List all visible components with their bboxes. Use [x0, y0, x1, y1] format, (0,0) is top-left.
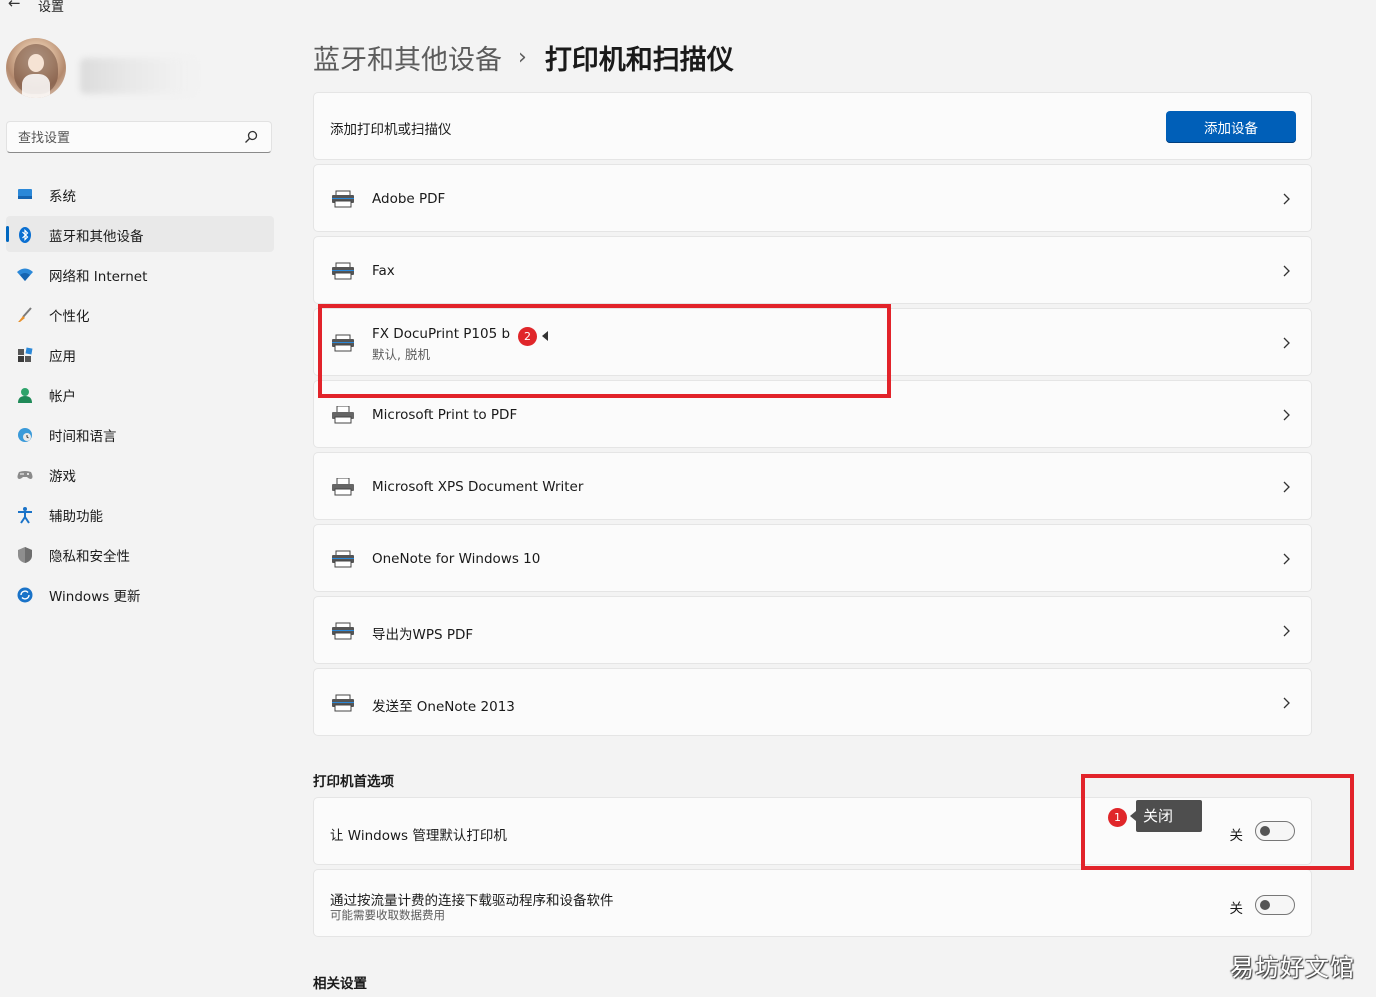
sidebar-nav: 系统 蓝牙和其他设备 网络和 Internet 个性化 应用 帐户 时间和语言 … — [6, 176, 274, 616]
preference-row-metered-download: 通过按流量计费的连接下载驱动程序和设备软件 可能需要收取数据费用 关 — [313, 869, 1312, 937]
app-title: 设置 — [38, 0, 65, 15]
preference-description: 可能需要收取数据费用 — [330, 908, 445, 922]
printer-name: Fax — [372, 263, 395, 279]
printer-icon — [332, 550, 354, 568]
printer-icon — [332, 334, 354, 352]
brush-icon — [18, 307, 32, 322]
printer-name: Adobe PDF — [372, 191, 446, 207]
sidebar-item-personalization[interactable]: 个性化 — [6, 296, 274, 332]
metered-download-toggle[interactable] — [1255, 895, 1295, 915]
sidebar-item-gaming[interactable]: 游戏 — [6, 456, 274, 492]
printer-name: Microsoft Print to PDF — [372, 407, 518, 423]
printer-row[interactable]: FX DocuPrint P105 b 默认, 脱机 2 — [313, 308, 1312, 376]
accessibility-icon — [18, 507, 32, 524]
annotation-badge: 1 — [1108, 808, 1127, 827]
print-to-pdf-icon — [332, 406, 354, 424]
sidebar-item-system[interactable]: 系统 — [6, 176, 274, 212]
search-box[interactable] — [6, 121, 272, 153]
printer-row[interactable]: Fax — [313, 236, 1312, 304]
sidebar-item-bluetooth-devices[interactable]: 蓝牙和其他设备 — [6, 216, 274, 252]
search-icon[interactable] — [243, 129, 259, 145]
printer-status: 默认, 脱机 — [372, 347, 430, 362]
sidebar-item-network[interactable]: 网络和 Internet — [6, 256, 274, 292]
shield-icon — [18, 547, 32, 563]
printer-icon — [332, 622, 354, 640]
printer-row[interactable]: Adobe PDF — [313, 164, 1312, 232]
globe-clock-icon — [18, 428, 32, 442]
preference-label: 让 Windows 管理默认打印机 — [330, 828, 507, 844]
chevron-right-icon — [1283, 625, 1290, 637]
monitor-icon — [18, 189, 32, 199]
chevron-right-icon — [1283, 337, 1290, 349]
person-icon — [18, 388, 32, 403]
breadcrumb-separator-icon: › — [518, 44, 527, 70]
breadcrumb-parent[interactable]: 蓝牙和其他设备 — [313, 38, 502, 77]
avatar — [6, 38, 66, 98]
printer-row[interactable]: 发送至 OneNote 2013 — [313, 668, 1312, 736]
chevron-right-icon — [1283, 481, 1290, 493]
related-settings-title: 相关设置 — [313, 976, 367, 992]
printer-icon — [332, 190, 354, 208]
xps-writer-icon — [332, 478, 354, 496]
user-profile[interactable] — [6, 38, 286, 102]
printer-row[interactable]: OneNote for Windows 10 — [313, 524, 1312, 592]
add-device-button[interactable]: 添加设备 — [1166, 111, 1296, 143]
printer-name: FX DocuPrint P105 b — [372, 326, 511, 342]
chevron-right-icon — [1283, 553, 1290, 565]
title-bar: ← 设置 — [0, 0, 300, 16]
breadcrumb: 蓝牙和其他设备 › 打印机和扫描仪 — [313, 36, 734, 78]
apps-icon — [18, 347, 33, 362]
wifi-icon — [17, 268, 33, 281]
toggle-state-label: 关 — [1229, 901, 1244, 917]
preference-label: 通过按流量计费的连接下载驱动程序和设备软件 — [330, 893, 614, 909]
manage-default-printer-toggle[interactable] — [1255, 821, 1295, 841]
gamepad-icon — [17, 471, 33, 479]
bluetooth-icon — [19, 227, 31, 243]
annotation-badge: 2 — [518, 327, 537, 346]
printer-icon — [332, 262, 354, 280]
add-printer-card: 添加打印机或扫描仪 添加设备 — [313, 92, 1312, 160]
sidebar-item-privacy[interactable]: 隐私和安全性 — [6, 536, 274, 572]
username-redacted — [80, 58, 198, 94]
toggle-tooltip: 关闭 — [1130, 800, 1202, 832]
printer-name: Microsoft XPS Document Writer — [372, 479, 584, 495]
back-arrow-icon[interactable]: ← — [8, 0, 21, 12]
chevron-right-icon — [1283, 265, 1290, 277]
printer-name: 导出为WPS PDF — [372, 627, 474, 643]
preferences-section-title: 打印机首选项 — [313, 774, 394, 790]
sidebar-item-time-language[interactable]: 时间和语言 — [6, 416, 274, 452]
update-icon — [17, 587, 33, 603]
watermark: 易坊好文馆 — [1230, 954, 1355, 982]
search-input[interactable] — [16, 127, 245, 149]
page-title: 打印机和扫描仪 — [544, 44, 734, 76]
printer-row[interactable]: 导出为WPS PDF — [313, 596, 1312, 664]
toggle-state-label: 关 — [1229, 828, 1244, 844]
sidebar-item-accounts[interactable]: 帐户 — [6, 376, 274, 412]
chevron-right-icon — [1283, 193, 1290, 205]
sidebar-item-apps[interactable]: 应用 — [6, 336, 274, 372]
printer-icon — [332, 694, 354, 712]
printer-row[interactable]: Microsoft Print to PDF — [313, 380, 1312, 448]
chevron-right-icon — [1283, 697, 1290, 709]
printer-name: 发送至 OneNote 2013 — [372, 699, 515, 715]
sidebar-item-windows-update[interactable]: Windows 更新 — [6, 576, 274, 612]
annotation-pointer-icon — [542, 331, 548, 341]
add-printer-label: 添加打印机或扫描仪 — [330, 122, 452, 138]
sidebar-item-accessibility[interactable]: 辅助功能 — [6, 496, 274, 532]
printer-row[interactable]: Microsoft XPS Document Writer — [313, 452, 1312, 520]
chevron-right-icon — [1283, 409, 1290, 421]
printer-name: OneNote for Windows 10 — [372, 551, 541, 567]
